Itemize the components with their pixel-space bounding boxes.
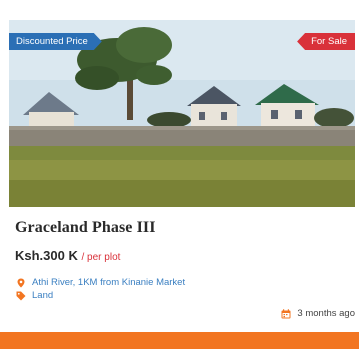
listing-price: Ksh.300 K / per plot xyxy=(15,248,120,263)
listing-card[interactable]: Discounted Price For Sale Graceland Phas… xyxy=(0,0,359,349)
listing-category[interactable]: Land xyxy=(16,290,53,301)
price-amount: Ksh.300 K xyxy=(15,248,78,263)
calendar-icon xyxy=(281,308,291,318)
discounted-price-badge: Discounted Price xyxy=(9,33,102,50)
card-footer-accent-bar xyxy=(0,332,359,349)
map-pin-icon xyxy=(17,278,25,287)
price-unit: / per plot xyxy=(81,252,121,263)
location-text: Athi River, 1KM from Kinanie Market xyxy=(32,277,186,288)
listing-location[interactable]: Athi River, 1KM from Kinanie Market xyxy=(16,277,185,288)
listing-posted-time: 3 months ago xyxy=(281,308,355,319)
listing-title[interactable]: Graceland Phase III xyxy=(15,219,156,237)
category-text: Land xyxy=(32,290,54,301)
tag-icon xyxy=(16,291,26,300)
for-sale-badge: For Sale xyxy=(297,33,355,50)
posted-text: 3 months ago xyxy=(297,308,355,319)
